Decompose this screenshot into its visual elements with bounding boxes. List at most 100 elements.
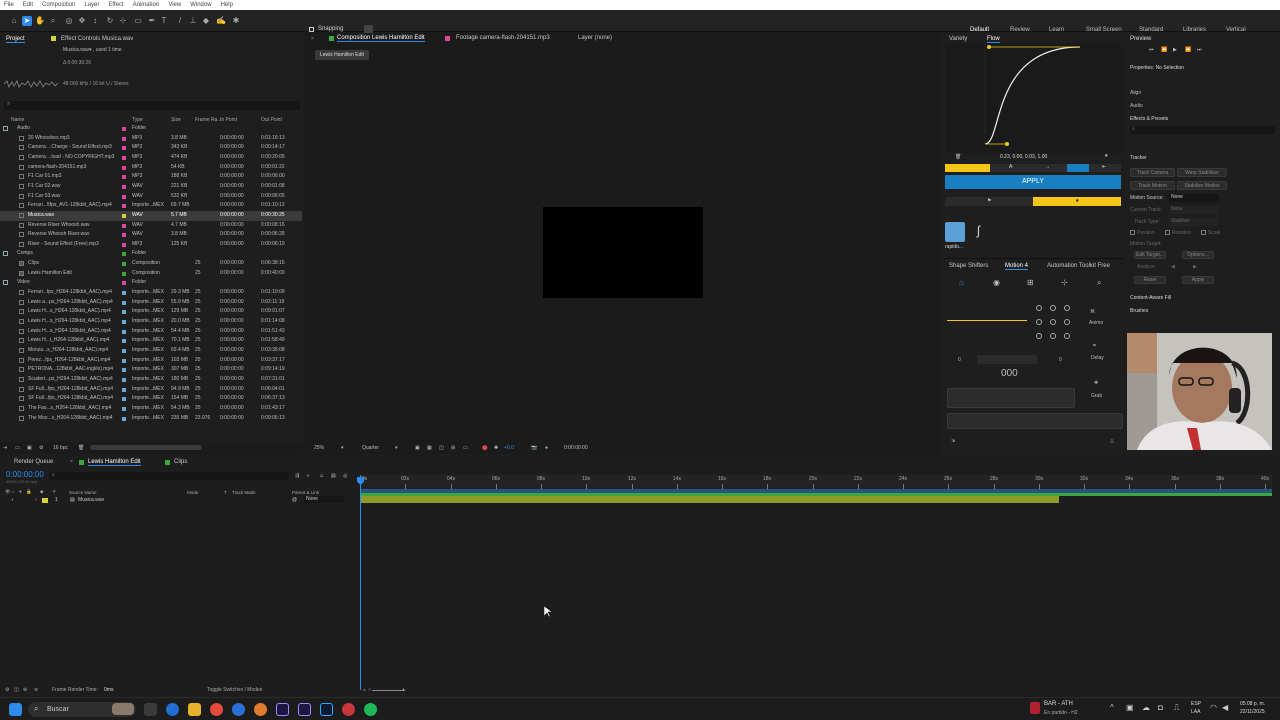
project-col-2[interactable]: Size — [171, 117, 181, 123]
motion-slider[interactable] — [947, 320, 1027, 321]
windows-start-icon[interactable] — [9, 703, 22, 716]
tab-effect-controls[interactable]: Effect Controls Musica.wav — [61, 36, 133, 42]
scale-checkbox[interactable]: Scale — [1201, 230, 1221, 236]
handle-out[interactable] — [1005, 142, 1009, 146]
project-item-row[interactable]: Lewis H...s_H264-128kbit_AAC).mp4 Importe… — [0, 327, 302, 337]
analyze-back-icon[interactable]: ◀ — [1171, 264, 1175, 270]
menu-item-effect[interactable]: Effect — [108, 2, 123, 8]
audio-icon[interactable]: ♪ — [12, 489, 14, 494]
zoom-slider-handle[interactable]: ○ — [368, 687, 371, 693]
project-item-row[interactable]: Lewis a...ps_H264-128kbit_AAC).mp4 Import… — [0, 298, 302, 308]
resolution-dropdown[interactable]: Quarter — [362, 445, 379, 451]
timeline-timecode[interactable]: 0:00:00:00 — [6, 470, 44, 479]
flag-icon[interactable]: ⚑ — [987, 198, 991, 204]
expand-icon[interactable]: ⊕ — [23, 687, 27, 693]
comp-breadcrumb[interactable]: Lewis Hamilton Edit — [315, 50, 369, 60]
lang-bottom[interactable]: LAA — [1191, 709, 1200, 715]
project-item-row[interactable]: Perez...fps_H264-128kbit_AAC).mp4 Importe… — [0, 356, 302, 366]
edit-target-button[interactable]: Edit Target... — [1134, 251, 1166, 259]
zoom-in-icon[interactable]: ▲ — [401, 687, 406, 693]
project-scrollbar[interactable] — [90, 445, 202, 450]
project-item-row[interactable]: Reverse Whoosh Riser.wav WAV 3.8 MB 0:00:00… — [0, 230, 302, 240]
label-color-swatch[interactable] — [122, 136, 126, 141]
content-aware-fill-title[interactable]: Content-Aware Fill — [1130, 295, 1171, 301]
effects-search-input[interactable]: ⌕ — [1130, 126, 1275, 134]
tab-render-queue[interactable]: Render Queue — [14, 459, 53, 465]
project-item-row[interactable]: Camera ...Charge - Sound Effect.mp3 MP3 34… — [0, 143, 302, 153]
zoom-slider[interactable] — [372, 690, 402, 691]
label-color-swatch[interactable] — [122, 213, 126, 218]
motion-drop-icon[interactable]: ◉ — [993, 278, 1000, 287]
label-color-swatch[interactable] — [122, 300, 126, 305]
handle-in[interactable] — [987, 45, 991, 49]
comp-flowchart-icon[interactable]: ⇶ — [295, 473, 299, 479]
after-effects-icon[interactable] — [276, 703, 289, 716]
project-item-row[interactable]: F1 Car 03.wav WAV 532 KB 0:00:00:00 0:00:06:… — [0, 192, 302, 202]
project-col-3[interactable]: Frame Ra... — [195, 117, 221, 123]
tab-variety[interactable]: Variety — [949, 36, 967, 42]
interpret-footage-icon[interactable]: ⇥ — [3, 445, 7, 451]
pickwhip-icon[interactable]: @ — [292, 497, 297, 503]
project-item-row[interactable]: Camera ...load - NO COPYRIGHT.mp3 MP3 474 … — [0, 153, 302, 163]
expand-icon[interactable]: ⇲ — [951, 438, 955, 444]
label-color-swatch[interactable] — [122, 348, 126, 353]
label-color-swatch[interactable] — [122, 291, 126, 296]
stabilize-motion-button[interactable]: Stabilize Motion — [1177, 181, 1227, 190]
settings-icon[interactable]: ⚙ — [39, 445, 43, 451]
menu-item-animation[interactable]: Animation — [133, 2, 160, 8]
project-item-row[interactable]: Riser - Sound Effect (Free).mp3 MP3 125 KB… — [0, 240, 302, 250]
file-explorer-icon[interactable] — [188, 703, 201, 716]
label-color-swatch[interactable] — [122, 329, 126, 334]
graph-icon[interactable]: ≋ — [34, 687, 38, 693]
label-color-swatch[interactable] — [122, 358, 126, 363]
delay-label[interactable]: Delay — [1091, 355, 1104, 361]
toggle-switches-label[interactable]: Toggle Switches / Modes — [207, 687, 262, 693]
tab-clips[interactable]: Clips — [174, 459, 187, 465]
puppet-tool-icon[interactable]: ✱ — [231, 16, 241, 26]
project-col-5[interactable]: Out Point — [261, 117, 282, 123]
tray-app-icon[interactable]: ▣ — [1126, 703, 1134, 712]
chevron-down-icon[interactable]: ▾ — [395, 445, 398, 451]
timeline-search-input[interactable]: ⌕ — [49, 472, 289, 480]
expand-arrow-icon[interactable]: › — [35, 497, 37, 503]
motion-action-row-1[interactable] — [947, 388, 1075, 408]
menu-item-composition[interactable]: Composition — [42, 2, 75, 8]
label-color-swatch[interactable] — [122, 242, 126, 247]
show-snapshot-icon[interactable]: ● — [545, 445, 548, 451]
toggle-icon[interactable]: ◫ — [14, 687, 19, 693]
last-frame-icon[interactable]: ⏭ — [1197, 47, 1202, 53]
menu-item-help[interactable]: Help — [221, 2, 233, 8]
tab-project[interactable]: Project — [6, 36, 25, 43]
grab-label[interactable]: Grab — [1091, 393, 1102, 399]
roi-icon[interactable]: ▭ — [463, 445, 468, 451]
flow-values[interactable]: 0.23, 0.00, 0.03, 1.00 — [1000, 154, 1047, 160]
label-color-swatch[interactable] — [122, 223, 126, 228]
preset-curve-icon[interactable]: ʃ — [977, 223, 980, 238]
counter-buttons[interactable] — [977, 355, 1037, 364]
fast-preview-icon[interactable]: ▣ — [415, 445, 420, 451]
label-color-swatch[interactable] — [122, 165, 126, 170]
next-frame-icon[interactable]: ⏩ — [1185, 47, 1191, 53]
options-button[interactable]: Options... — [1182, 251, 1214, 259]
current-track-select[interactable]: None — [1169, 206, 1219, 214]
label-color-swatch[interactable] — [122, 252, 126, 257]
menu-item-view[interactable]: View — [168, 2, 181, 8]
motion-grid-icon[interactable]: ⊞ — [1027, 278, 1034, 287]
ease-back-icon[interactable]: ⇤ — [1102, 164, 1106, 170]
project-folder-row[interactable]: Audio Folder — [0, 124, 302, 134]
exposure-value[interactable]: +0.0 — [504, 445, 514, 451]
project-item-row[interactable]: PETRONA...128kbit_AAC-inglés).mp4 Importe… — [0, 365, 302, 375]
viewer-timecode[interactable]: 0:00:00:00 — [564, 445, 588, 451]
label-color-swatch[interactable] — [122, 416, 126, 421]
ease-arrow-icon[interactable]: → — [1045, 164, 1050, 170]
project-item-row[interactable]: SF Full...fps_H264-128kbit_AAC).mp4 Impor… — [0, 394, 302, 404]
tab-motion[interactable]: Motion 4 — [1005, 263, 1029, 270]
tray-cloud-icon[interactable]: ☁ — [1142, 703, 1150, 712]
close-icon[interactable]: × — [311, 36, 314, 42]
dolly-tool-icon[interactable]: ↕ — [90, 16, 100, 26]
tray-chevron-icon[interactable]: ^ — [1110, 703, 1114, 712]
brushes-title[interactable]: Brushes — [1130, 308, 1148, 314]
motion-anchor-icon[interactable]: ⊹ — [1061, 278, 1068, 287]
label-color-swatch[interactable] — [122, 397, 126, 402]
label-color-swatch[interactable] — [122, 155, 126, 160]
